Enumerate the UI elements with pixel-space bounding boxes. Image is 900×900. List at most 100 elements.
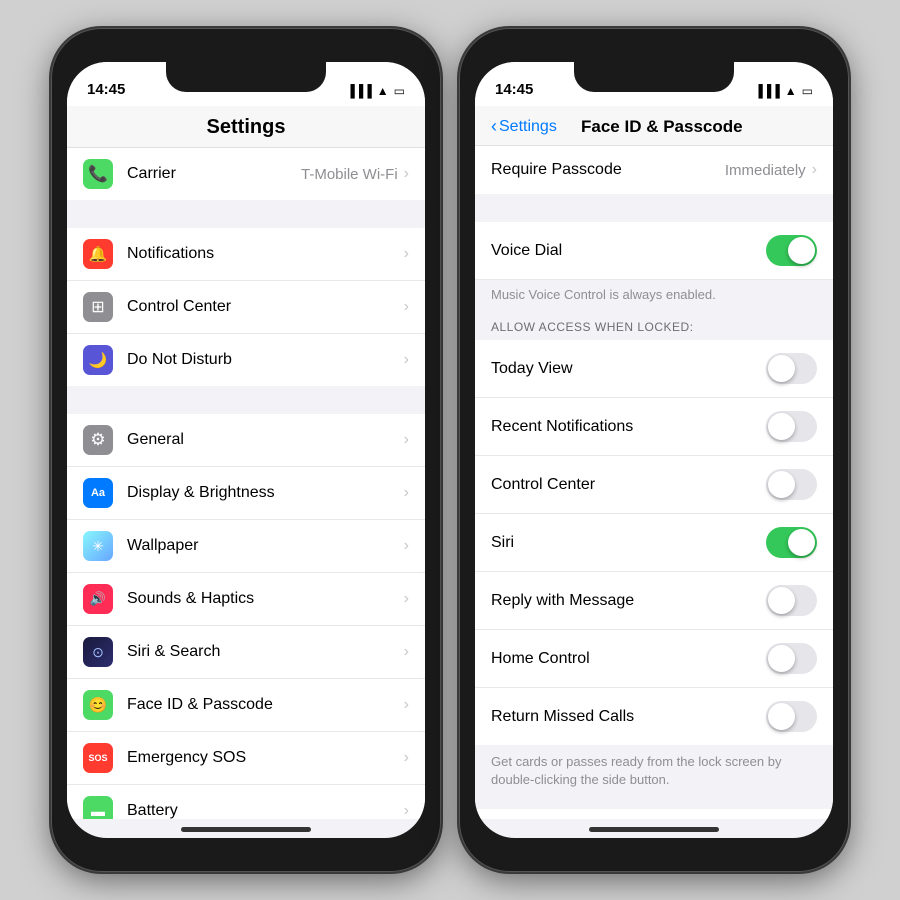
carrier-row[interactable]: 📞 Carrier T-Mobile Wi-Fi › [67,148,425,200]
require-passcode-chevron: › [812,161,817,179]
nav-bar-1: Settings [67,106,425,148]
faceid-scroll[interactable]: Require Passcode Immediately › Voice Dia… [475,146,833,819]
back-button[interactable]: ‹ Settings [491,116,581,137]
notch-1 [166,62,326,92]
require-passcode-label: Require Passcode [491,161,725,179]
control-center-locked-toggle[interactable] [766,469,817,500]
siri-icon: ⊙ [83,637,113,667]
control-center-label: Control Center [127,298,404,316]
home-indicator-1 [181,827,311,832]
home-control-label: Home Control [491,650,766,668]
return-calls-row[interactable]: Return Missed Calls [475,688,833,745]
home-control-row[interactable]: Home Control [475,630,833,688]
notifications-row[interactable]: 🔔 Notifications › [67,228,425,281]
carrier-label: Carrier [127,165,301,183]
today-view-label: Today View [491,360,766,378]
voice-dial-note: Music Voice Control is always enabled. [475,280,833,314]
carrier-group: 📞 Carrier T-Mobile Wi-Fi › [67,148,425,200]
voice-dial-toggle[interactable] [766,235,817,266]
faceid-label: Face ID & Passcode [127,696,404,714]
battery-icon-2: ▭ [802,84,813,98]
display-row[interactable]: Aa Display & Brightness › [67,467,425,520]
phone-1: 14:45 ▐▐▐ ▲ ▭ Settings 📞 Carrier T-Mobil… [51,28,441,872]
siri-locked-row[interactable]: Siri [475,514,833,572]
sos-row[interactable]: SOS Emergency SOS › [67,732,425,785]
wallet-note: Get cards or passes ready from the lock … [475,745,833,803]
wifi-icon: ▲ [377,84,389,98]
recent-notifications-row[interactable]: Recent Notifications [475,398,833,456]
faceid-icon: 😊 [83,690,113,720]
back-label: Settings [499,118,557,136]
allow-access-header: ALLOW ACCESS WHEN LOCKED: [475,314,833,340]
general-row[interactable]: ⚙ General › [67,414,425,467]
battery-row[interactable]: ▬ Battery › [67,785,425,819]
notifications-icon: 🔔 [83,239,113,269]
sos-icon: SOS [83,743,113,773]
spacer-2 [67,386,425,414]
home-control-toggle[interactable] [766,643,817,674]
locked-items-group: Today View Recent Notifications Control … [475,340,833,745]
screen-1: 14:45 ▐▐▐ ▲ ▭ Settings 📞 Carrier T-Mobil… [67,62,425,838]
toggle-knob-return [768,703,795,730]
control-center-locked-row[interactable]: Control Center [475,456,833,514]
return-calls-toggle[interactable] [766,701,817,732]
siri-locked-toggle[interactable] [766,527,817,558]
erase-data-group: Erase Data [475,809,833,819]
carrier-value: T-Mobile Wi-Fi [301,166,398,183]
dnd-label: Do Not Disturb [127,351,404,369]
return-calls-label: Return Missed Calls [491,708,766,726]
dnd-icon: 🌙 [83,345,113,375]
require-passcode-row[interactable]: Require Passcode Immediately › [475,146,833,194]
faceid-row[interactable]: 😊 Face ID & Passcode › [67,679,425,732]
carrier-chevron: › [404,165,409,183]
require-passcode-group: Require Passcode Immediately › [475,146,833,194]
sounds-icon: 🔊 [83,584,113,614]
status-time-1: 14:45 [87,81,125,98]
siri-row[interactable]: ⊙ Siri & Search › [67,626,425,679]
control-center-row[interactable]: ⊞ Control Center › [67,281,425,334]
voice-dial-label: Voice Dial [491,242,766,260]
toggle-knob-voice [788,237,815,264]
require-passcode-value: Immediately [725,162,806,179]
wallet-note-text: Get cards or passes ready from the lock … [491,754,781,787]
spacer-f1 [475,194,833,222]
display-icon: Aa [83,478,113,508]
home-indicator-2 [589,827,719,832]
back-chevron-icon: ‹ [491,116,497,137]
voice-dial-row[interactable]: Voice Dial [475,222,833,280]
erase-data-row[interactable]: Erase Data [475,809,833,819]
reply-message-toggle[interactable] [766,585,817,616]
battery-icon: ▭ [394,84,405,98]
battery-icon-row: ▬ [83,796,113,819]
voice-dial-group: Voice Dial Music Voice Control is always… [475,222,833,314]
carrier-icon: 📞 [83,159,113,189]
today-view-toggle[interactable] [766,353,817,384]
today-view-row[interactable]: Today View [475,340,833,398]
screen-2: 14:45 ▐▐▐ ▲ ▭ ‹ Settings Face ID & Passc… [475,62,833,838]
wallpaper-row[interactable]: ✳ Wallpaper › [67,520,425,573]
signal-icon: ▐▐▐ [346,84,372,98]
notifications-label: Notifications [127,245,404,263]
general-label: General [127,431,404,449]
signal-icon-2: ▐▐▐ [754,84,780,98]
settings-title: Settings [83,116,409,139]
wallpaper-label: Wallpaper [127,537,404,555]
settings-scroll[interactable]: 📞 Carrier T-Mobile Wi-Fi › 🔔 Notificatio… [67,148,425,819]
reply-message-row[interactable]: Reply with Message [475,572,833,630]
toggle-knob-siri [788,529,815,556]
status-icons-1: ▐▐▐ ▲ ▭ [346,84,405,98]
dnd-row[interactable]: 🌙 Do Not Disturb › [67,334,425,386]
spacer-1 [67,200,425,228]
recent-notifications-label: Recent Notifications [491,418,766,436]
voice-dial-note-text: Music Voice Control is always enabled. [491,287,716,302]
phone-2: 14:45 ▐▐▐ ▲ ▭ ‹ Settings Face ID & Passc… [459,28,849,872]
notch-2 [574,62,734,92]
recent-notifications-toggle[interactable] [766,411,817,442]
toggle-knob-recent [768,413,795,440]
sounds-row[interactable]: 🔊 Sounds & Haptics › [67,573,425,626]
faceid-nav-bar: ‹ Settings Face ID & Passcode [475,106,833,146]
toggle-knob-cc [768,471,795,498]
sounds-label: Sounds & Haptics [127,590,404,608]
control-center-icon: ⊞ [83,292,113,322]
display-label: Display & Brightness [127,484,404,502]
